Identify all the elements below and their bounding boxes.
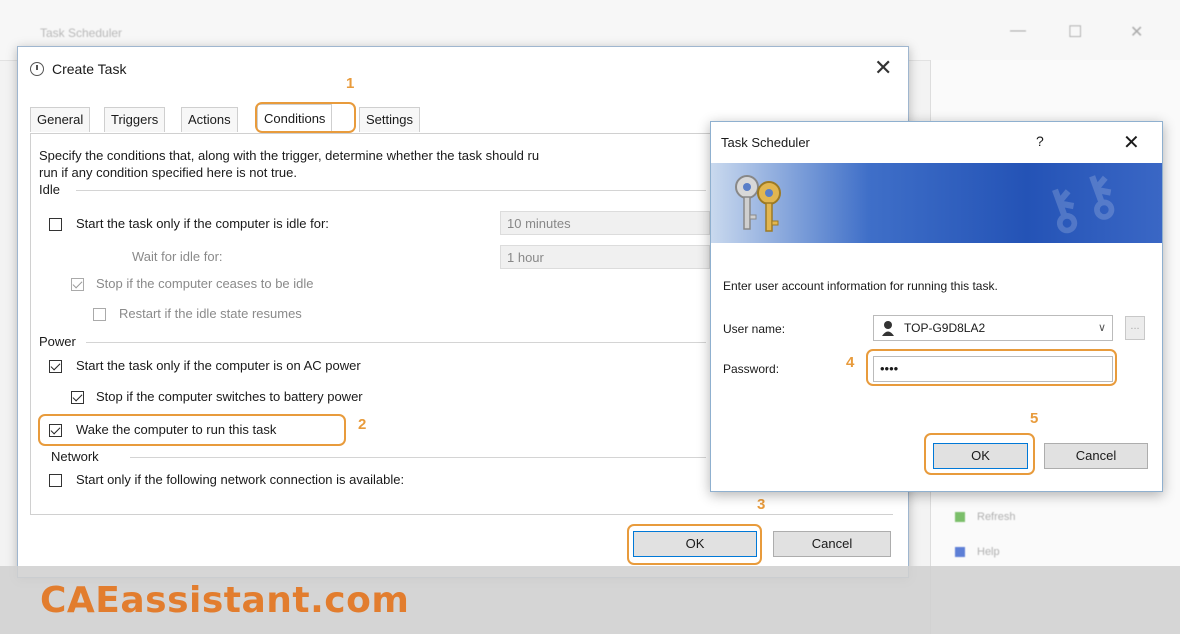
dialog-close-button[interactable]: ✕	[874, 55, 892, 81]
password-highlight	[866, 349, 1117, 386]
create-task-ok-highlight	[627, 524, 762, 565]
credentials-banner: ⚷⚷	[711, 163, 1162, 243]
network-divider	[130, 457, 706, 458]
power-divider	[86, 342, 706, 343]
tab-general[interactable]: General	[30, 107, 91, 132]
tab-settings[interactable]: Settings	[359, 107, 420, 132]
conditions-tab-highlight	[255, 102, 356, 133]
help-icon	[955, 547, 965, 558]
ac-power-label: Start the task only if the computer is o…	[76, 358, 361, 373]
credentials-cancel-button[interactable]: Cancel	[1044, 443, 1148, 469]
user-name-select[interactable]: TOP-G9D8LA2 ∨	[873, 315, 1113, 341]
user-name-label: User name:	[723, 322, 786, 336]
step-1-marker: 1	[346, 75, 355, 92]
refresh-action[interactable]: Refresh	[955, 511, 1016, 523]
step-4-marker: 4	[846, 354, 855, 371]
stop-if-ceases-label: Stop if the computer ceases to be idle	[96, 276, 314, 291]
wake-option-highlight	[38, 414, 346, 446]
help-button[interactable]: ?	[1036, 133, 1044, 149]
brand-watermark: CAEassistant.com	[40, 580, 410, 621]
restart-if-idle-label: Restart if the idle state resumes	[119, 306, 302, 321]
background-window-title: Task Scheduler	[40, 26, 123, 40]
step-2-marker: 2	[358, 416, 367, 433]
create-task-title: Create Task	[30, 61, 126, 77]
idle-group-label: Idle	[39, 182, 60, 197]
restart-if-idle-checkbox[interactable]	[93, 308, 106, 321]
step-5-marker: 5	[1030, 410, 1039, 427]
tab-actions[interactable]: Actions	[181, 107, 238, 132]
battery-power-label: Stop if the computer switches to battery…	[96, 389, 363, 404]
wait-for-idle-label: Wait for idle for:	[132, 249, 223, 264]
browse-user-button[interactable]: ...	[1125, 316, 1145, 340]
battery-power-checkbox[interactable]	[71, 391, 84, 404]
keys-icon	[735, 175, 781, 232]
help-action[interactable]: Help	[955, 546, 1000, 558]
start-if-idle-label: Start the task only if the computer is i…	[76, 216, 329, 231]
network-connection-label: Start only if the following network conn…	[76, 472, 405, 487]
credentials-close-button[interactable]: ✕	[1123, 130, 1140, 155]
close-icon[interactable]: ✕	[1130, 22, 1143, 42]
conditions-description: Specify the conditions that, along with …	[39, 148, 540, 163]
user-icon	[881, 320, 895, 336]
network-connection-checkbox[interactable]	[49, 474, 62, 487]
conditions-description-2: run if any condition specified here is n…	[39, 165, 297, 180]
maximize-icon[interactable]: ☐	[1068, 22, 1082, 42]
start-if-idle-checkbox[interactable]	[49, 218, 62, 231]
ac-power-checkbox[interactable]	[49, 360, 62, 373]
credentials-dialog-title: Task Scheduler	[721, 135, 810, 150]
chevron-down-icon[interactable]: ∨	[1098, 316, 1106, 340]
credentials-ok-highlight	[924, 433, 1035, 475]
tab-triggers[interactable]: Triggers	[104, 107, 166, 132]
idle-divider	[76, 190, 706, 191]
credentials-prompt: Enter user account information for runni…	[723, 279, 998, 293]
step-3-marker: 3	[757, 496, 766, 513]
stop-if-ceases-checkbox[interactable]	[71, 278, 84, 291]
network-group-label: Network	[51, 449, 99, 464]
create-task-cancel-button[interactable]: Cancel	[773, 531, 891, 557]
minimize-icon[interactable]: —	[1010, 22, 1026, 40]
power-group-label: Power	[39, 334, 76, 349]
password-label: Password:	[723, 362, 780, 376]
wait-duration-select[interactable]: 1 hour	[500, 245, 710, 269]
refresh-icon	[955, 512, 965, 523]
clock-icon	[30, 62, 44, 76]
banner-decoration: ⚷⚷	[1033, 163, 1129, 243]
idle-duration-select[interactable]: 10 minutes	[500, 211, 710, 235]
